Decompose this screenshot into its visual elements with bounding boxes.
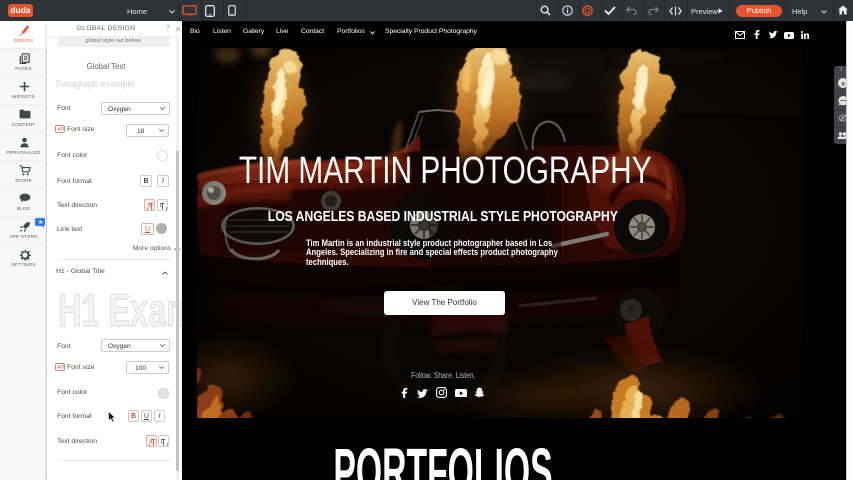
svg-text:a: a (841, 80, 845, 87)
